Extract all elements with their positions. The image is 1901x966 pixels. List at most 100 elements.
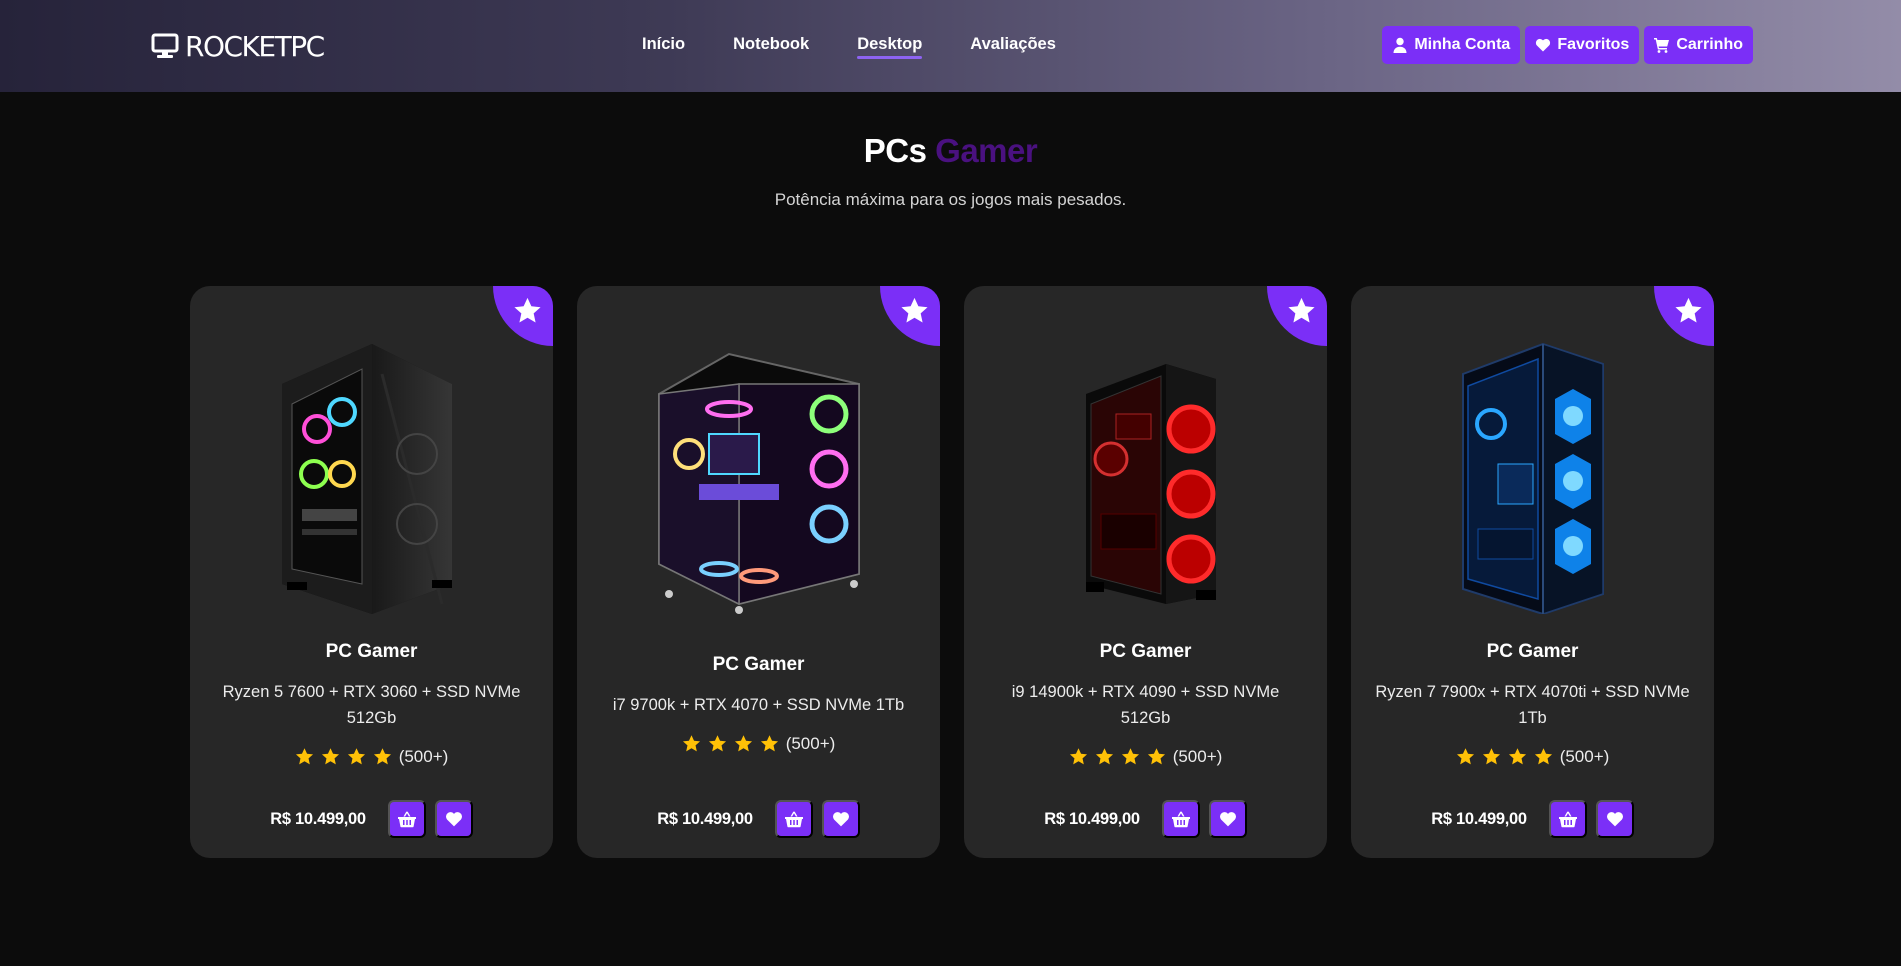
nav-desktop[interactable]: Desktop [857,30,923,59]
product-card[interactable]: PC Gamer Ryzen 5 7600 + RTX 3060 + SSD N… [190,286,553,858]
review-count: (500+) [785,733,836,753]
product-grid: PC Gamer Ryzen 5 7600 + RTX 3060 + SSD N… [190,286,1714,858]
basket-icon [1558,810,1577,828]
review-count: (500+) [398,746,449,766]
user-icon [1392,37,1408,53]
main-nav: Início Notebook Desktop Avaliações [642,30,1056,60]
star-icon [682,734,701,753]
product-card[interactable]: PC Gamer i9 14900k + RTX 4090 + SSD NVMe… [964,286,1327,858]
product-info: PC Gamer i9 14900k + RTX 4090 + SSD NVMe… [964,616,1327,791]
product-image [242,314,502,614]
product-price: R$ 10.499,00 [270,809,366,828]
add-to-cart-button[interactable] [1161,800,1200,838]
heart-icon [832,810,850,828]
star-icon [1456,747,1475,766]
product-image [1403,314,1663,614]
star-icon [734,734,753,753]
product-title: PC Gamer [712,653,805,675]
section-subtitle: Potência máxima para os jogos mais pesad… [774,190,1127,209]
star-icon [1534,747,1553,766]
star-icon [708,734,727,753]
star-icon [1121,747,1140,766]
star-icon [373,747,392,766]
product-price: R$ 10.499,00 [1431,809,1527,828]
star-icon [347,747,366,766]
featured-badge[interactable] [493,286,553,346]
add-to-cart-button[interactable] [387,800,426,838]
star-icon [1069,747,1088,766]
desktop-icon [151,33,179,59]
star-icon [295,747,314,766]
product-footer: R$ 10.499,00 [190,799,553,839]
site-header: ROCKETPC Início Notebook Desktop Avaliaç… [0,0,1901,92]
product-card[interactable]: PC Gamer i7 9700k + RTX 4070 + SSD NVMe … [577,286,940,858]
product-description: Ryzen 7 7900x + RTX 4070ti + SSD NVMe 1T… [1375,682,1690,727]
product-rating: (500+) [295,746,449,767]
star-icon [900,296,929,325]
product-footer: R$ 10.499,00 [577,799,940,839]
logo-text: ROCKETPC [185,29,325,63]
account-button[interactable]: Minha Conta [1382,26,1521,64]
star-icon [1508,747,1527,766]
star-icon [513,296,542,325]
product-description: Ryzen 5 7600 + RTX 3060 + SSD NVMe 512Gb [222,682,521,727]
heart-icon [1606,810,1624,828]
heart-icon [1535,37,1551,53]
product-price: R$ 10.499,00 [1044,809,1140,828]
basket-icon [784,810,803,828]
product-image [629,314,889,614]
featured-badge[interactable] [1267,286,1327,346]
heart-icon [445,810,463,828]
product-title: PC Gamer [1099,640,1192,662]
heart-icon [1219,810,1237,828]
basket-icon [397,810,416,828]
product-description: i7 9700k + RTX 4070 + SSD NVMe 1Tb [612,695,905,714]
section-title: PCs Gamer [0,132,1901,170]
product-footer: R$ 10.499,00 [964,799,1327,839]
logo[interactable]: ROCKETPC [151,29,325,63]
nav-notebook[interactable]: Notebook [733,30,809,58]
product-rating: (500+) [682,733,836,754]
product-rating: (500+) [1456,746,1610,767]
nav-inicio[interactable]: Início [642,30,685,58]
product-image [1016,314,1276,614]
review-count: (500+) [1172,746,1223,766]
product-card[interactable]: PC Gamer Ryzen 7 7900x + RTX 4070ti + SS… [1351,286,1714,858]
product-info: PC Gamer i7 9700k + RTX 4070 + SSD NVMe … [577,616,940,791]
header-actions: Minha Conta Favoritos Carrinho [1382,26,1753,64]
favorite-button[interactable] [434,800,473,838]
add-to-cart-button[interactable] [1548,800,1587,838]
favorites-button[interactable]: Favoritos [1525,26,1640,64]
product-rating: (500+) [1069,746,1223,767]
cart-icon [1654,37,1670,53]
star-icon [1482,747,1501,766]
product-info: PC Gamer Ryzen 5 7600 + RTX 3060 + SSD N… [190,616,553,791]
product-info: PC Gamer Ryzen 7 7900x + RTX 4070ti + SS… [1351,616,1714,791]
favorite-button[interactable] [1595,800,1634,838]
account-label: Minha Conta [1414,36,1511,53]
cart-label: Carrinho [1676,36,1743,53]
star-icon [1287,296,1316,325]
featured-badge[interactable] [880,286,940,346]
star-icon [1095,747,1114,766]
section-title-accent: Gamer [935,132,1038,169]
star-icon [1674,296,1703,325]
add-to-cart-button[interactable] [774,800,813,838]
product-title: PC Gamer [1486,640,1579,662]
favorite-button[interactable] [821,800,860,838]
favorites-label: Favoritos [1557,36,1630,53]
product-description: i9 14900k + RTX 4090 + SSD NVMe 512Gb [1011,682,1280,727]
favorite-button[interactable] [1208,800,1247,838]
review-count: (500+) [1559,746,1610,766]
product-title: PC Gamer [325,640,418,662]
section-title-main: PCs [863,132,927,169]
basket-icon [1171,810,1190,828]
star-icon [321,747,340,766]
featured-badge[interactable] [1654,286,1714,346]
nav-avaliacoes[interactable]: Avaliações [970,30,1056,58]
star-icon [1147,747,1166,766]
product-price: R$ 10.499,00 [657,809,753,828]
cart-button[interactable]: Carrinho [1644,26,1753,64]
star-icon [760,734,779,753]
product-footer: R$ 10.499,00 [1351,799,1714,839]
